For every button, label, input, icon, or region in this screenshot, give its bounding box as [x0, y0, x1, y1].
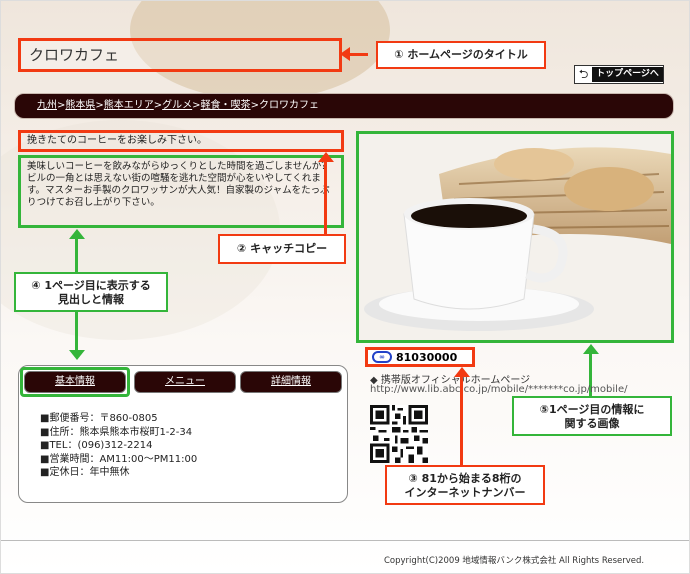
top-page-button[interactable]: ⮌ トップページへ — [574, 65, 664, 84]
qr-code — [370, 405, 428, 463]
callout-4-arrowhead-down — [69, 350, 85, 360]
callout-5: ⑤1ページ目の情報に 関する画像 — [512, 396, 672, 436]
tab-menu[interactable]: メニュー — [134, 371, 236, 393]
callout-5-line-1: ⑤1ページ目の情報に — [539, 403, 645, 416]
internet-number: 81030000 — [396, 350, 458, 364]
breadcrumb-separator: > — [192, 100, 201, 111]
breadcrumb-link[interactable]: 熊本県 — [65, 100, 95, 111]
callout-3-arrowhead — [454, 367, 470, 377]
internet-number-box: ∞ 81030000 — [365, 347, 475, 367]
page: クロワカフェ ① ホームページのタイトル ⮌ トップページへ 九州>熊本県>熊本… — [0, 0, 690, 574]
catch-copy: 挽きたてのコーヒーをお楽しみ下さい。 — [18, 130, 344, 152]
info-address: ■住所：熊本県熊本市桜町1-2-34 — [40, 426, 193, 438]
callout-4: ④ 1ページ目に表示する 見出しと情報 — [14, 272, 168, 312]
i-mode-logo-icon: ∞ — [372, 351, 392, 363]
callout-1-arrowhead — [340, 47, 350, 61]
info-hours: ■営業時間：AM11:00〜PM11:00 — [40, 453, 198, 465]
callout-4-line-1: ④ 1ページ目に表示する — [31, 279, 151, 292]
breadcrumb-link[interactable]: 九州 — [37, 100, 57, 111]
tab-detail-info[interactable]: 詳細情報 — [240, 371, 342, 393]
callout-4-arrowhead-up — [69, 229, 85, 239]
callout-2: ② キャッチコピー — [218, 234, 346, 264]
callout-3-line-2: インターネットナンバー — [404, 486, 526, 499]
breadcrumb-separator: > — [250, 100, 259, 111]
breadcrumb-separator: > — [95, 100, 104, 111]
copyright: Copyright(C)2009 地域情報バンク株式会社 All Rights … — [384, 556, 645, 566]
info-holiday: ■定休日：年中無休 — [40, 467, 130, 478]
callout-2-arrow — [324, 162, 327, 234]
breadcrumb-link[interactable]: グルメ — [162, 100, 192, 111]
mobile-site-url[interactable]: http://www.lib.abc.co.jp/mobile/*******c… — [370, 384, 627, 395]
info-list: ■郵便番号：〒860-0805 ■住所：熊本県熊本市桜町1-2-34 ■TEL：… — [40, 412, 197, 480]
top-page-label: トップページへ — [592, 67, 663, 82]
callout-1: ① ホームページのタイトル — [376, 41, 546, 69]
body-text: 美味しいコーヒーを飲みながらゆっくりとした時間を過ごしませんか？ビルの一角とは思… — [18, 155, 344, 228]
info-tel: ■TEL：(096)312-2214 — [40, 440, 153, 451]
callout-5-arrowhead — [583, 344, 599, 354]
callout-5-line-2: 関する画像 — [564, 417, 620, 430]
callout-4-arrow-down — [75, 312, 78, 350]
info-postal-code: ■郵便番号：〒860-0805 — [40, 413, 158, 424]
callout-4-arrow-up — [75, 239, 78, 272]
coffee-cup-image — [359, 134, 671, 340]
site-title: クロワカフェ — [18, 38, 342, 72]
callout-2-arrowhead — [318, 152, 334, 162]
callout-3-arrow — [460, 377, 463, 465]
footer-divider — [0, 540, 690, 541]
cafe-photo — [356, 131, 674, 343]
callout-3-line-1: ③ 81から始まる8桁の — [408, 472, 522, 485]
breadcrumb-separator: > — [153, 100, 163, 111]
return-arrow-icon: ⮌ — [578, 67, 589, 81]
breadcrumb-link[interactable]: 軽食・喫茶 — [201, 100, 251, 111]
breadcrumb-current: クロワカフェ — [258, 100, 319, 111]
breadcrumb-link[interactable]: 熊本エリア — [104, 100, 154, 111]
callout-3: ③ 81から始まる8桁の インターネットナンバー — [385, 465, 545, 505]
breadcrumb: 九州>熊本県>熊本エリア>グルメ>軽食・喫茶>クロワカフェ — [14, 93, 674, 119]
tab-basic-info[interactable]: 基本情報 — [24, 371, 126, 393]
callout-4-line-2: 見出しと情報 — [58, 293, 124, 306]
